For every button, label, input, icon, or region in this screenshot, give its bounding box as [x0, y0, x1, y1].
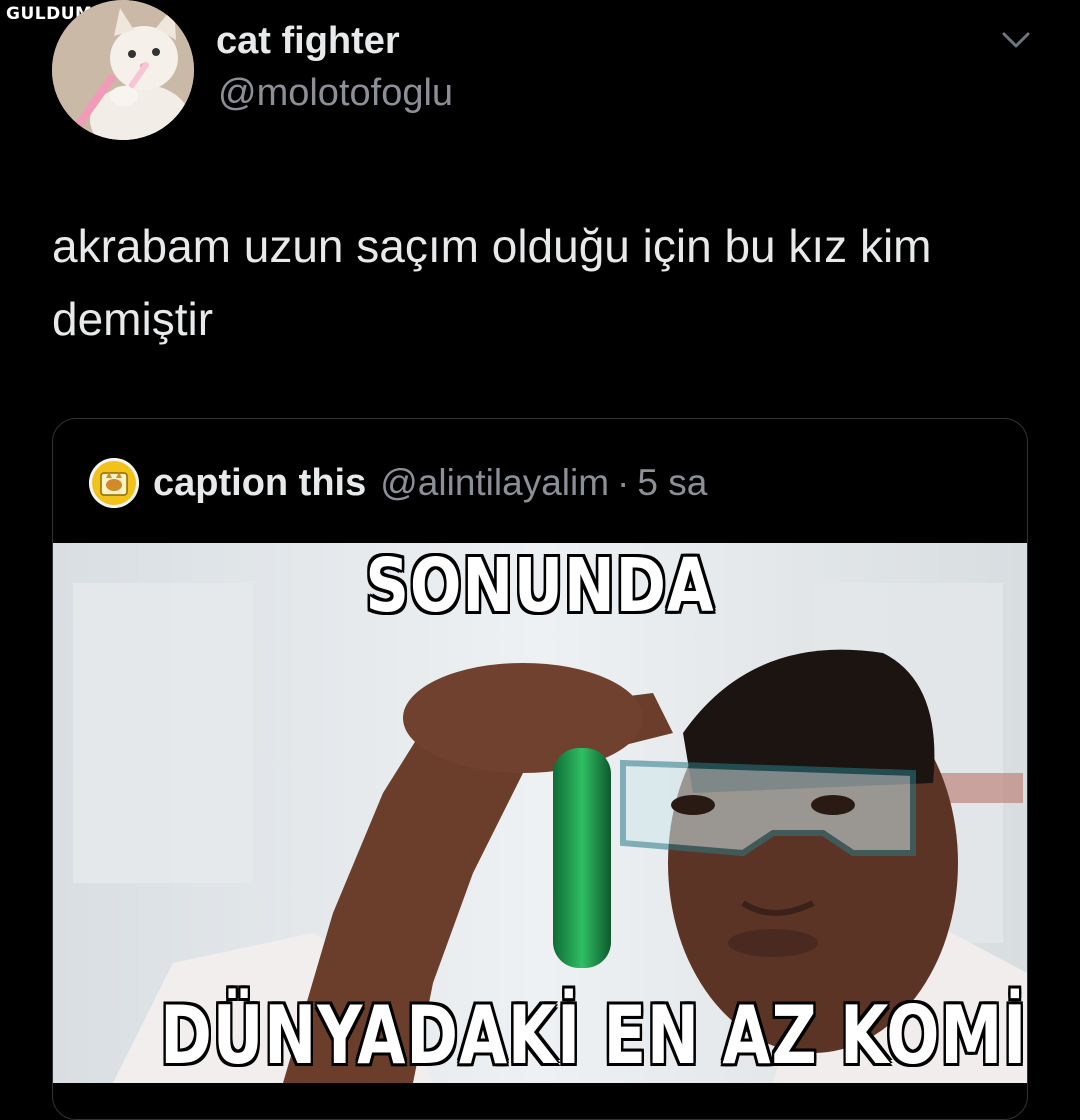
meme-top-caption: SONUNDA [365, 543, 715, 629]
separator-dot: · [617, 462, 630, 503]
cat-avatar-image [52, 0, 194, 140]
quoted-author-display-name[interactable]: caption this [153, 462, 366, 505]
author-display-name[interactable]: cat fighter [216, 20, 400, 63]
chevron-down-icon[interactable] [996, 24, 1036, 54]
quoted-author-handle[interactable]: @alintilayalim [380, 462, 609, 504]
quoted-tweet-image[interactable]: SONUNDA DÜNYADAKİ EN AZ KOMİK ŞEY [53, 543, 1027, 1083]
meme-bottom-caption: DÜNYADAKİ EN AZ KOMİK ŞEY [160, 989, 1027, 1082]
quoted-author-avatar[interactable] [89, 458, 139, 508]
cat-avatar-image [89, 458, 139, 508]
author-handle[interactable]: @molotofoglu [218, 72, 453, 115]
author-avatar[interactable] [52, 0, 194, 140]
quoted-tweet-header: caption this @alintilayalim · 5 sa [89, 457, 707, 509]
tweet-text: akrabam uzun saçım olduğu için bu kız ki… [52, 220, 932, 345]
quoted-tweet-card[interactable]: caption this @alintilayalim · 5 sa SONUN… [52, 418, 1028, 1120]
quoted-tweet-timestamp[interactable]: 5 sa [637, 462, 707, 504]
